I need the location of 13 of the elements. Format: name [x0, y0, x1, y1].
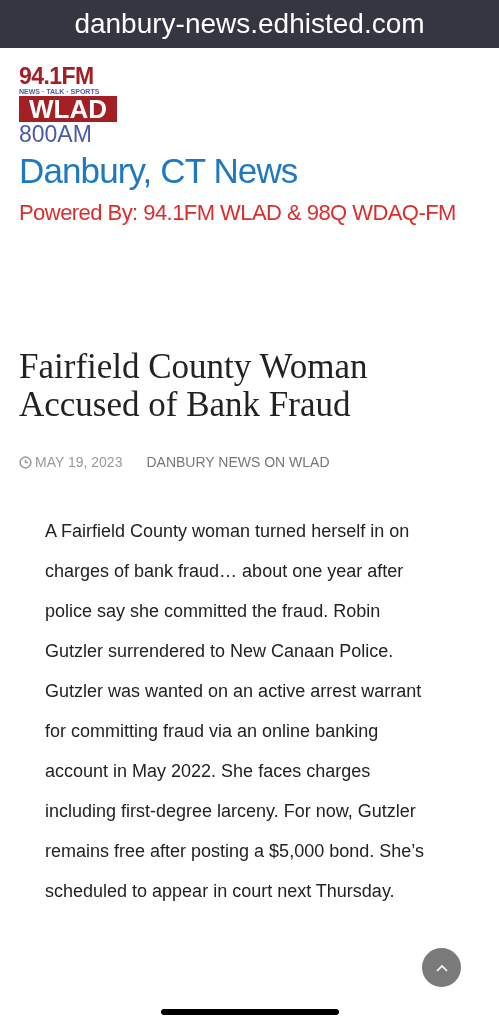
logo-frequency: 94.1FM [19, 65, 95, 87]
article-date: MAY 19, 2023 [35, 453, 123, 472]
article-author[interactable]: DANBURY NEWS ON WLAD [146, 452, 330, 473]
site-title[interactable]: Danbury, CT News [19, 148, 480, 194]
logo-am: 800AM [19, 122, 93, 146]
clock-icon [19, 456, 32, 469]
scroll-to-top-button[interactable] [422, 948, 461, 987]
article-title: Fairfield County Woman Accused of Bank Fraud [19, 348, 369, 424]
logo-call-sign: WLAD [19, 96, 117, 122]
site-subtitle: Powered By: 94.1FM WLAD & 98Q WDAQ-FM [19, 199, 457, 227]
article-body: A Fairfield County woman turned herself in on charges of bank fraud… about one year after police say she committed the fraud. Robin Gutzler surrendered to New Canaan Police. Gutzler was wanted on an active arrest warrant for committing fraud via an online banking account in May 2022. She faces charges including first-degree larceny. For now, Gutzler remains free after posting a $5,000 bond. She’s scheduled to appear in court next Thursday. [44, 520, 425, 903]
url-text[interactable]: danbury-news.edhisted.com [74, 3, 425, 45]
chevron-up-icon [435, 963, 448, 972]
